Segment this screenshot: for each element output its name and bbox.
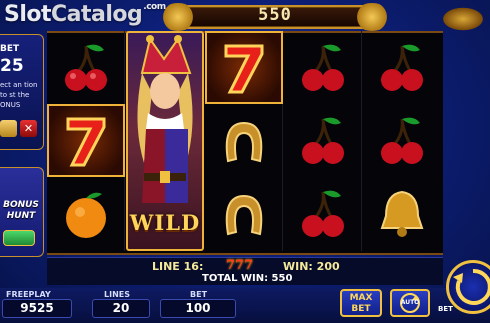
lines-label: LINES — [104, 290, 130, 299]
cherry-icon — [284, 31, 362, 104]
bonus-hunt-toggle[interactable] — [3, 230, 35, 246]
cherry-icon — [284, 177, 362, 250]
bet-panel-description: ect an tion to st the ONUS — [0, 81, 38, 109]
auto-spin-button[interactable]: AUTO — [390, 289, 430, 317]
freeplay-label: FREEPLAY — [6, 290, 51, 299]
win-line-label: LINE 16: — [152, 260, 204, 273]
wild-jester-symbol: WILD — [126, 31, 204, 251]
orange-icon — [47, 177, 125, 250]
corner-ornament-icon — [440, 6, 486, 32]
win-amount: WIN: 200 — [283, 260, 340, 273]
watermark-logo: SlotCatalog.com — [4, 2, 166, 27]
total-win: TOTAL WIN: 550 — [202, 273, 293, 284]
lines-value[interactable]: 20 — [92, 299, 150, 318]
reel-3 — [205, 31, 283, 251]
horseshoe-icon — [205, 104, 283, 177]
top-win-counter: 550 — [258, 5, 292, 25]
cherry-icon — [363, 104, 441, 177]
reel-5 — [363, 31, 441, 251]
cherry-icon — [284, 104, 362, 177]
max-bet-button[interactable]: MAX BET — [340, 289, 382, 317]
seven-icon — [47, 104, 125, 177]
wild-label: WILD — [129, 210, 201, 235]
reel-1 — [47, 31, 125, 251]
cherry-icon — [363, 31, 441, 104]
confirm-button[interactable] — [0, 120, 17, 137]
bonus-hunt-label: BONUS HUNT — [3, 200, 39, 221]
bet-panel-value: 25 — [0, 56, 24, 76]
bell-icon — [363, 177, 441, 250]
close-button[interactable]: ✕ — [20, 120, 37, 137]
freeplay-value: 9525 — [2, 299, 72, 318]
seven-icon — [205, 31, 283, 104]
bet-panel-label: BET — [0, 44, 20, 54]
side-bet-label: BET — [438, 305, 453, 313]
cherry-icon — [47, 31, 125, 104]
bet-label: BET — [190, 290, 208, 299]
reel-4 — [284, 31, 362, 251]
horseshoe-icon — [205, 177, 283, 250]
spin-arrow-icon — [453, 268, 490, 305]
win-symbols: 777 — [226, 258, 254, 273]
bet-value[interactable]: 100 — [160, 299, 236, 318]
